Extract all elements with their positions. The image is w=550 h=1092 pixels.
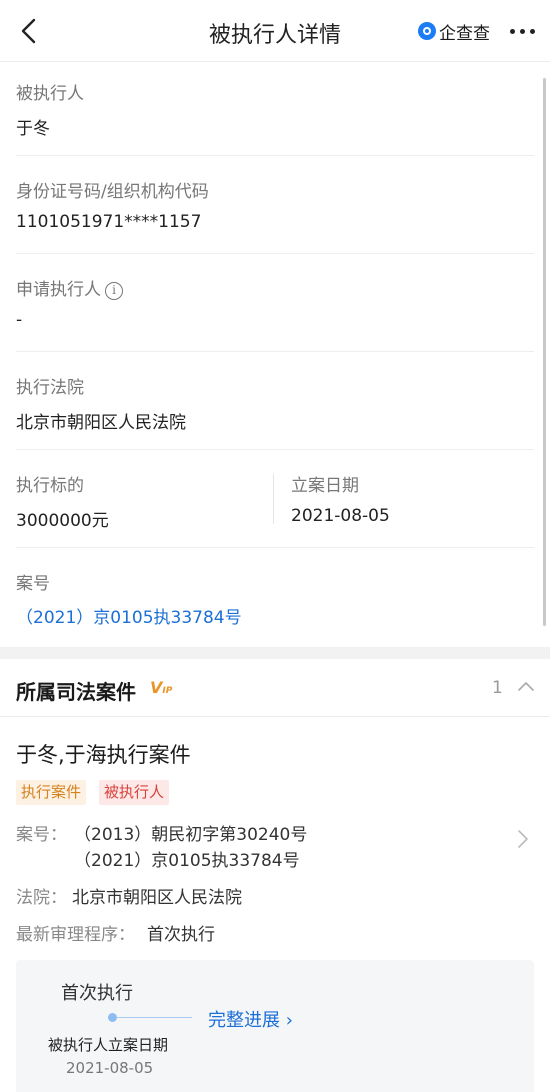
brand-logo: 企查查 (418, 20, 490, 44)
info-icon[interactable]: i (105, 282, 123, 300)
filing-date-label: 立案日期 (291, 476, 359, 496)
divider (16, 253, 534, 254)
divider (16, 155, 534, 156)
scrollbar[interactable] (543, 78, 546, 626)
filing-date-value: 2021-08-05 (291, 506, 390, 526)
court-row-label: 法院： (16, 888, 67, 908)
vip-badge-letter: V (150, 678, 163, 697)
progress-panel: 首次执行 完整进展 › 被执行人立案日期 2021-08-05 (16, 960, 534, 1092)
progress-stage-name: 首次执行 (61, 983, 133, 1004)
case-number-label: 案号 (16, 574, 50, 594)
full-progress-link[interactable]: 完整进展 › (208, 1006, 293, 1032)
tag-executed-person: 被执行人 (99, 780, 170, 805)
judicial-cases-header[interactable]: 所属司法案件 VIP 1 (0, 659, 550, 717)
applicant-label-row: 申请执行人 i (16, 275, 123, 300)
section-separator (0, 647, 550, 659)
applicant-label: 申请执行人 (16, 280, 101, 300)
section-title: 所属司法案件 (16, 680, 136, 704)
court-row-value: 北京市朝阳区人民法院 (72, 888, 242, 908)
more-options-icon[interactable] (510, 29, 535, 34)
chevron-up-icon[interactable] (517, 679, 535, 693)
progress-line (116, 1017, 192, 1018)
tag-execution-case: 执行案件 (16, 780, 87, 805)
vip-badge-suffix: IP (162, 686, 173, 696)
chevron-right-icon[interactable] (516, 828, 530, 850)
id-value: 1101051971****1157 (16, 212, 202, 232)
court-value: 北京市朝阳区人民法院 (16, 413, 186, 433)
case-number-row-label: 案号： (16, 825, 67, 845)
person-label: 被执行人 (16, 84, 84, 104)
case-number-link[interactable]: （2021）京0105执33784号 (16, 603, 242, 628)
target-label: 执行标的 (16, 476, 84, 496)
court-label: 执行法院 (16, 378, 84, 398)
divider (16, 547, 534, 548)
id-label: 身份证号码/组织机构代码 (16, 182, 209, 202)
divider (16, 449, 534, 450)
case-title[interactable]: 于冬,于海执行案件 (16, 739, 191, 769)
progress-event-label: 被执行人立案日期 (48, 1036, 169, 1054)
section-count: 1 (492, 678, 503, 698)
divider (16, 351, 534, 352)
brand-name: 企查查 (439, 23, 490, 44)
person-value: 于冬 (16, 119, 50, 139)
procedure-row-value: 首次执行 (147, 925, 215, 945)
applicant-value: - (16, 310, 23, 330)
vip-badge-icon: VIP (150, 678, 172, 697)
vertical-divider (273, 474, 274, 524)
progress-event-date: 2021-08-05 (66, 1059, 154, 1077)
nav-bar: 被执行人详情 企查查 (0, 0, 550, 62)
case-number-1: （2013）朝民初字第30240号 (74, 825, 308, 845)
target-value: 3000000元 (16, 511, 109, 531)
procedure-row-label: 最新审理程序： (16, 925, 135, 945)
qichacha-logo-icon (418, 22, 436, 40)
case-number-2: （2021）京0105执33784号 (74, 851, 300, 871)
